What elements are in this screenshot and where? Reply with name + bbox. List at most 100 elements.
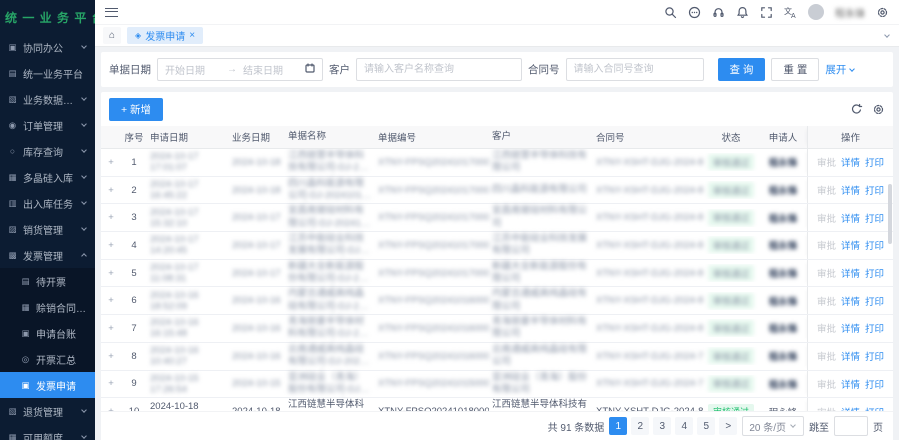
tab-options-chevron-icon[interactable] [885, 35, 891, 37]
gear-icon[interactable] [876, 6, 889, 19]
page-list: 12345> [609, 417, 737, 435]
row-expander-icon[interactable]: + [101, 156, 121, 169]
cell-doc-name: 亚洲硅业（青海）股份有限公司-DJ-2024101517对XTNY-XSHT-D… [285, 371, 375, 398]
sidebar-subitem-invoice-summary[interactable]: ◎开票汇总 [0, 346, 95, 372]
tab-invoice-apply[interactable]: ◈ 发票申请 × [127, 27, 203, 44]
cell-applicant: 程永锋 [759, 376, 807, 392]
tab-label: 发票申请 [145, 28, 185, 43]
sidebar-item-invoice-mgmt[interactable]: ▩发票管理 [0, 242, 95, 268]
row-expander-icon[interactable]: + [101, 211, 121, 224]
column-header-expander [101, 136, 121, 138]
cell-applicant: 程永锋 [759, 404, 807, 411]
table-row: +12024-10-17 17:01:072024-10-18江西链慧半导体科技… [101, 149, 893, 177]
tab-home[interactable]: ⌂ [103, 27, 121, 44]
cell-biz-date: 2024-10-16 [229, 350, 285, 363]
avatar[interactable] [808, 4, 824, 20]
approve-link[interactable]: 审批 [817, 266, 836, 280]
detail-link[interactable]: 详情 [841, 238, 860, 252]
status-badge: 审核通过 [708, 348, 754, 364]
row-expander-icon[interactable]: + [101, 377, 121, 390]
row-expander-icon[interactable]: + [101, 322, 121, 335]
row-expander-icon[interactable]: + [101, 267, 121, 280]
row-expander-icon[interactable]: + [101, 350, 121, 363]
cell-status: 审核通过 [703, 209, 759, 227]
sidebar-subitem-to-invoice[interactable]: ▤待开票 [0, 268, 95, 294]
approve-link[interactable]: 审批 [817, 349, 836, 363]
page-button-1[interactable]: 1 [609, 417, 627, 435]
collapse-sidebar-icon[interactable] [105, 8, 118, 17]
customer-input[interactable] [356, 58, 522, 81]
sidebar-subitem-credit-invoice[interactable]: ▦赊销合同开票 [0, 294, 95, 320]
sidebar-item-quota[interactable]: ▦可用额度 [0, 424, 95, 440]
translate-icon[interactable]: 文A [784, 6, 797, 19]
detail-link[interactable]: 详情 [841, 211, 860, 225]
expand-filters-link[interactable]: 展开 [825, 62, 856, 77]
sidebar-subitem-invoice-apply[interactable]: ▣发票申请 [0, 372, 95, 398]
detail-link[interactable]: 详情 [841, 155, 860, 169]
sidebar-item-returns[interactable]: ▧退货管理 [0, 398, 95, 424]
sidebar-item-platform[interactable]: ▤统一业务平台 [0, 60, 95, 86]
print-link[interactable]: 打印 [865, 349, 884, 363]
reset-button[interactable]: 重 置 [771, 58, 819, 81]
detail-link[interactable]: 详情 [841, 266, 860, 280]
cell-apply-date: 2024-10-17 11:08:31 [147, 261, 229, 285]
search-button[interactable]: 查 询 [718, 58, 766, 81]
bell-icon[interactable] [736, 6, 749, 19]
fullscreen-icon[interactable] [760, 6, 773, 19]
detail-link[interactable]: 详情 [841, 183, 860, 197]
sidebar-item-analytics[interactable]: ▧业务数据分析 [0, 86, 95, 112]
print-link[interactable]: 打印 [865, 266, 884, 280]
print-link[interactable]: 打印 [865, 155, 884, 169]
page-button-3[interactable]: 3 [653, 417, 671, 435]
next-page-button[interactable]: > [719, 417, 737, 435]
sidebar-item-inventory[interactable]: ○库存查询 [0, 138, 95, 164]
print-link[interactable]: 打印 [865, 377, 884, 391]
sidebar-item-label: 业务数据分析 [23, 92, 77, 107]
column-settings-icon[interactable] [872, 103, 885, 116]
sidebar-item-label: 销货管理 [23, 222, 77, 237]
detail-link[interactable]: 详情 [841, 349, 860, 363]
page-button-5[interactable]: 5 [697, 417, 715, 435]
contract-input[interactable] [566, 58, 704, 81]
approve-link[interactable]: 审批 [817, 377, 836, 391]
approve-link[interactable]: 审批 [817, 238, 836, 252]
cell-contract-no: XTNY-XSHT-DJG-2024-82-1 [593, 267, 703, 280]
row-expander-icon[interactable]: + [101, 294, 121, 307]
print-link[interactable]: 打印 [865, 321, 884, 335]
page-button-4[interactable]: 4 [675, 417, 693, 435]
vertical-scrollbar[interactable] [888, 184, 892, 244]
chevron-down-icon [81, 95, 87, 101]
approve-link[interactable]: 审批 [817, 211, 836, 225]
sidebar-item-silicon-in[interactable]: ▦多晶硅入库 [0, 164, 95, 190]
customer-service-icon[interactable] [712, 6, 725, 19]
detail-link[interactable]: 详情 [841, 294, 860, 308]
sidebar-subitem-apply-ledger[interactable]: ▣申请台账 [0, 320, 95, 346]
sidebar-item-sales[interactable]: ▨销货管理 [0, 216, 95, 242]
search-icon[interactable] [664, 6, 677, 19]
print-link[interactable]: 打印 [865, 183, 884, 197]
add-button[interactable]: + 新增 [109, 98, 163, 121]
date-range-picker[interactable]: 开始日期 → 结束日期 [157, 58, 323, 81]
print-link[interactable]: 打印 [865, 294, 884, 308]
detail-link[interactable]: 详情 [841, 321, 860, 335]
print-link[interactable]: 打印 [865, 238, 884, 252]
sidebar-item-wh-tasks[interactable]: ▥出入库任务 [0, 190, 95, 216]
print-link[interactable]: 打印 [865, 211, 884, 225]
page-size-select[interactable]: 20 条/页 [742, 416, 804, 436]
message-icon[interactable] [688, 6, 701, 19]
sidebar-item-office[interactable]: ▣协同办公 [0, 34, 95, 60]
approve-link[interactable]: 审批 [817, 183, 836, 197]
detail-link[interactable]: 详情 [841, 377, 860, 391]
row-expander-icon[interactable]: + [101, 239, 121, 252]
row-expander-icon[interactable]: + [101, 184, 121, 197]
jump-page-input[interactable] [834, 416, 868, 436]
page-button-2[interactable]: 2 [631, 417, 649, 435]
sidebar-item-orders[interactable]: ◉订单管理 [0, 112, 95, 138]
tab-close-icon[interactable]: × [189, 31, 195, 41]
approve-link[interactable]: 审批 [817, 294, 836, 308]
table-row: +22024-10-17 16:45:222024-10-18四川晶科能源有限公… [101, 177, 893, 205]
user-name[interactable]: 程永锋 [835, 5, 865, 20]
approve-link[interactable]: 审批 [817, 155, 836, 169]
approve-link[interactable]: 审批 [817, 321, 836, 335]
refresh-icon[interactable] [850, 103, 863, 116]
